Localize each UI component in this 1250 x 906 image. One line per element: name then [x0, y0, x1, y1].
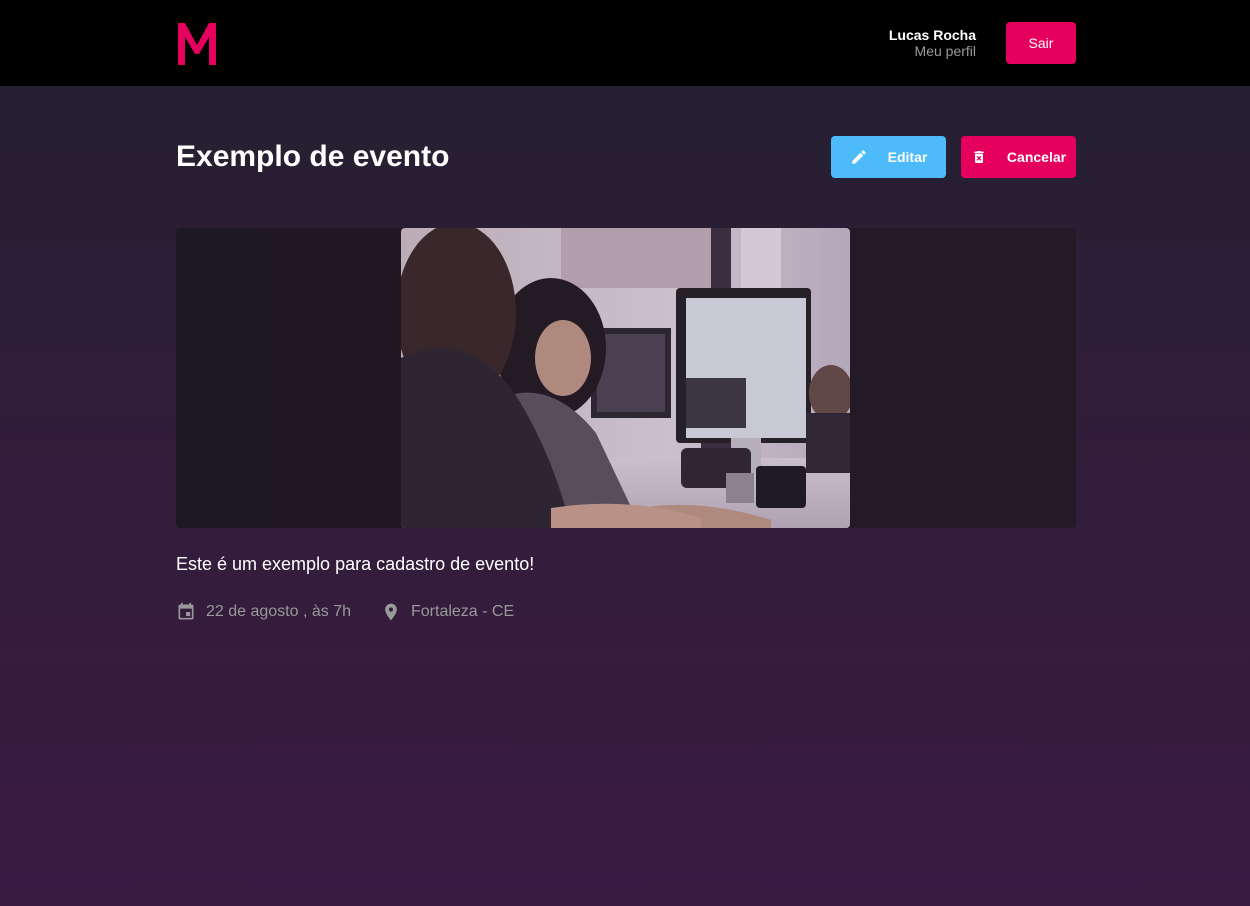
page-title: Exemplo de evento: [176, 140, 450, 173]
user-info: Lucas Rocha Meu perfil: [889, 27, 976, 59]
event-description: Este é um exemplo para cadastro de event…: [176, 554, 535, 574]
event-meta: 22 de agosto , às 7h Fortaleza - CE: [176, 602, 544, 622]
edit-button-label: Editar: [887, 149, 928, 165]
location-pin-icon: [385, 603, 397, 621]
pencil-icon: [851, 150, 866, 164]
event-actions: Editar Cancelar: [831, 136, 1076, 178]
calendar-icon: [178, 602, 194, 620]
meetapp-logo[interactable]: [176, 21, 218, 65]
event-banner: [176, 228, 1076, 528]
delete-forever-icon: [974, 151, 984, 163]
profile-link[interactable]: Meu perfil: [889, 43, 976, 59]
title-row: Exemplo de evento Editar Cancelar: [176, 136, 1076, 178]
logout-button[interactable]: Sair: [1006, 22, 1076, 64]
event-location: Fortaleza - CE: [381, 602, 514, 622]
event-date: 22 de agosto , às 7h: [176, 602, 351, 622]
edit-button[interactable]: Editar: [831, 136, 946, 178]
event-location-text: Fortaleza - CE: [411, 603, 515, 620]
app-header: Lucas Rocha Meu perfil Sair: [0, 0, 1250, 86]
event-date-text: 22 de agosto , às 7h: [206, 603, 351, 620]
user-area: Lucas Rocha Meu perfil Sair: [889, 22, 1076, 64]
banner-image: [401, 228, 850, 528]
cancel-button[interactable]: Cancelar: [961, 136, 1076, 178]
user-name: Lucas Rocha: [888, 27, 976, 43]
cancel-button-label: Cancelar: [1006, 149, 1067, 165]
